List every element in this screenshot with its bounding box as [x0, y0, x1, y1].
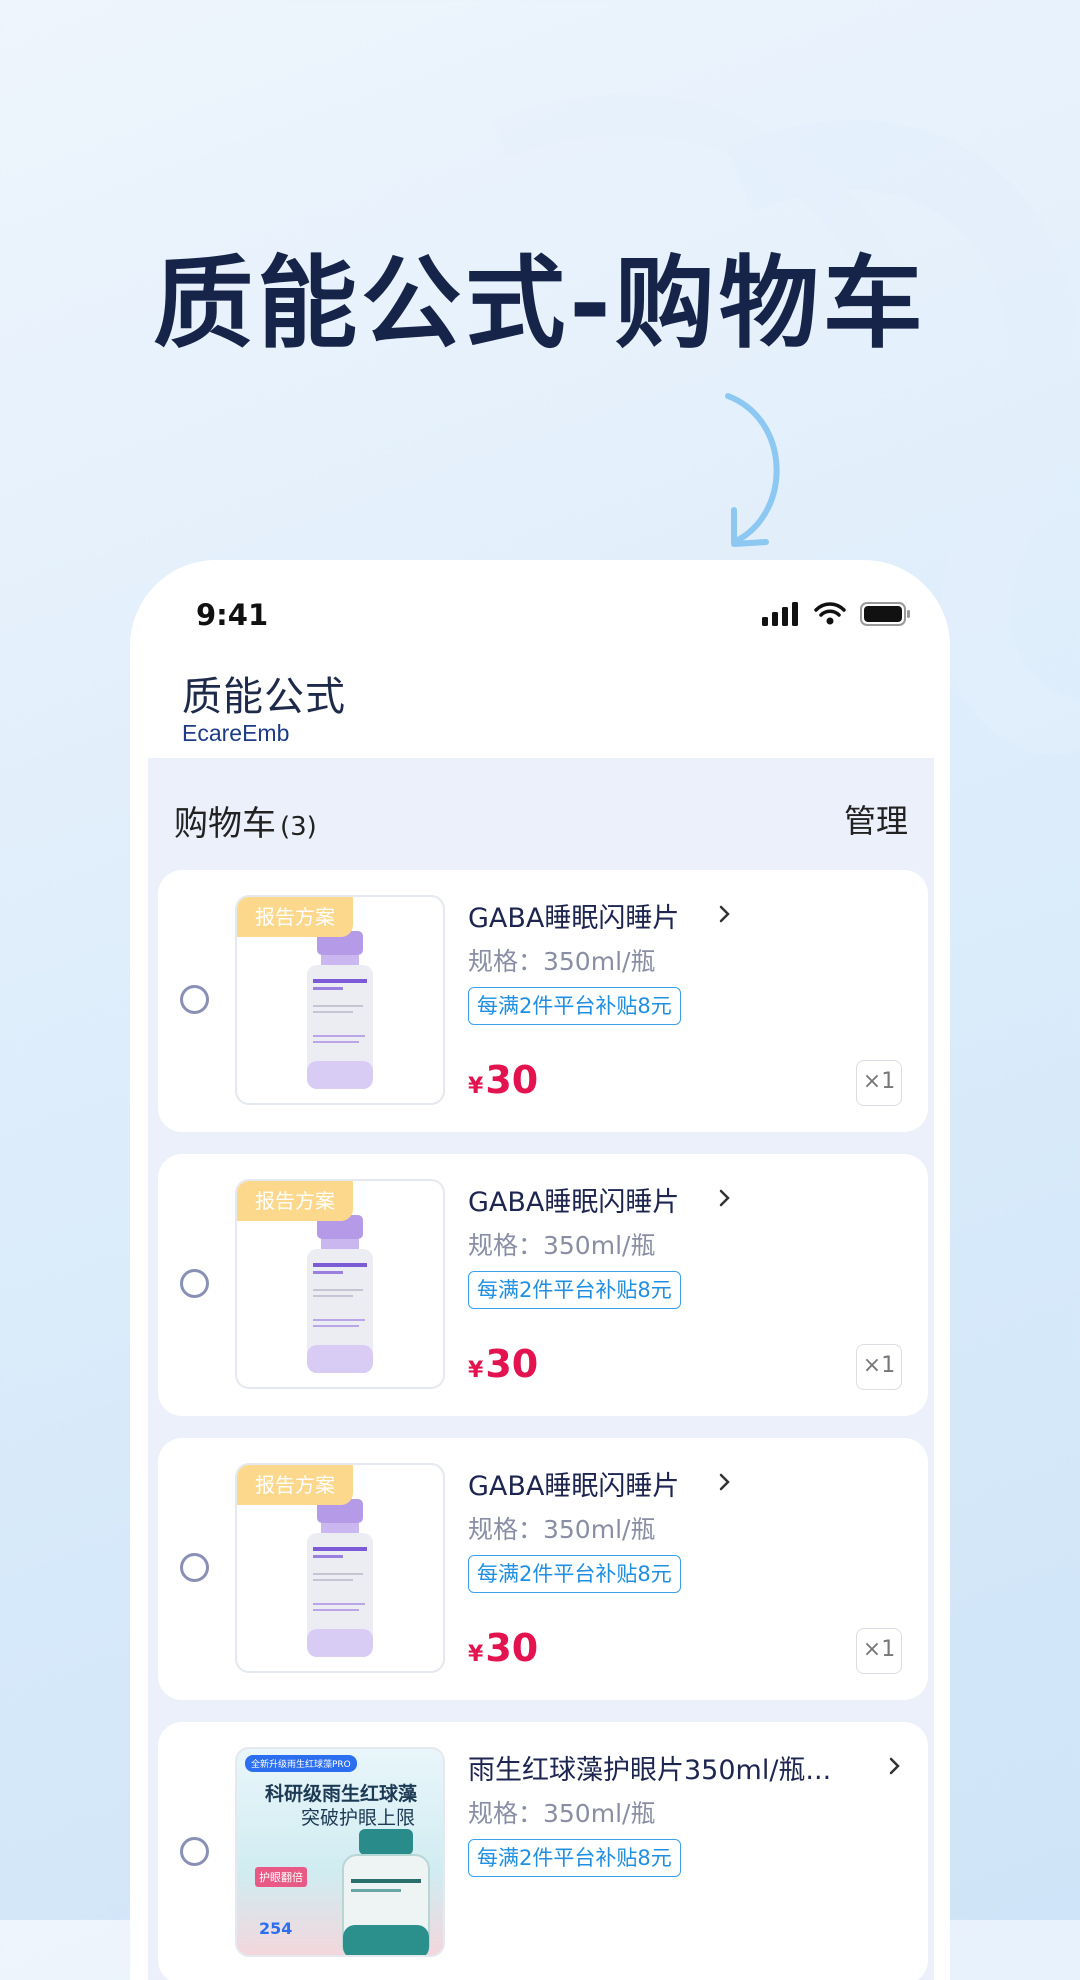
product-image[interactable]: 报告方案 — [235, 895, 445, 1105]
product-price: ¥30 — [468, 1626, 538, 1670]
bottle-image — [307, 1215, 373, 1373]
chevron-right-icon[interactable] — [718, 1188, 732, 1208]
ad-subheadline: 突破护眼上限 — [301, 1807, 416, 1829]
status-bar: 9:41 — [130, 598, 950, 638]
product-image[interactable]: 全新升级雨生红球藻PRO 科研级雨生红球藻 突破护眼上限 护眼翻倍 254 — [235, 1747, 445, 1957]
chevron-right-icon[interactable] — [718, 904, 732, 924]
logo-english-text: EcareEmb — [182, 720, 290, 746]
curved-arrow-icon — [725, 393, 780, 547]
phone-frame: 9:41 质能公式 EcareEmb 购物车 (3) 管理 报告方案 GABA睡… — [130, 560, 950, 1980]
bottle-image — [342, 1829, 430, 1955]
select-radio[interactable] — [180, 1269, 209, 1298]
status-time: 9:41 — [196, 598, 269, 632]
select-radio[interactable] — [180, 1553, 209, 1582]
cart-item[interactable]: 报告方案 GABA睡眠闪睡片 规格：350ml/瓶 每满2件平台补贴8元 ¥30… — [158, 1438, 928, 1700]
promo-tag: 每满2件平台补贴8元 — [468, 987, 681, 1025]
cart-item[interactable]: 报告方案 GABA睡眠闪睡片 规格：350ml/瓶 每满2件平台补贴8元 ¥30… — [158, 870, 928, 1132]
product-price: ¥30 — [468, 1058, 538, 1102]
report-plan-badge: 报告方案 — [237, 1181, 353, 1221]
cart-content: 购物车 (3) 管理 报告方案 GABA睡眠闪睡片 规格：350ml/瓶 每满2… — [148, 758, 934, 1980]
product-spec: 规格：350ml/瓶 — [468, 1231, 656, 1260]
manage-button[interactable]: 管理 — [844, 796, 908, 842]
cart-count: (3) — [280, 812, 317, 842]
chevron-right-icon[interactable] — [888, 1756, 902, 1776]
promo-tag: 每满2件平台补贴8元 — [468, 1839, 681, 1877]
cart-item[interactable]: 报告方案 GABA睡眠闪睡片 规格：350ml/瓶 每满2件平台补贴8元 ¥30… — [158, 1154, 928, 1416]
currency-symbol: ¥ — [468, 1358, 484, 1383]
ad-mark-text: 护眼翻倍 — [255, 1867, 307, 1887]
product-image[interactable]: 报告方案 — [235, 1463, 445, 1673]
bottle-image — [307, 1499, 373, 1657]
brand-logo: 质能公式 EcareEmb — [182, 675, 352, 755]
product-name[interactable]: GABA睡眠闪睡片 — [468, 1464, 679, 1503]
cart-header: 购物车 (3) 管理 — [174, 796, 908, 844]
select-radio[interactable] — [180, 985, 209, 1014]
signal-icon — [762, 602, 798, 626]
cart-title: 购物车 — [174, 804, 276, 844]
page-headline: 质能公式-购物车 — [153, 245, 927, 362]
price-amount: 30 — [485, 1626, 539, 1670]
product-name[interactable]: GABA睡眠闪睡片 — [468, 896, 679, 935]
product-image[interactable]: 报告方案 — [235, 1179, 445, 1389]
quantity-box[interactable]: ×1 — [856, 1344, 902, 1390]
ad-number: 254 — [259, 1919, 293, 1938]
report-plan-badge: 报告方案 — [237, 1465, 353, 1505]
select-radio[interactable] — [180, 1837, 209, 1866]
quantity-box[interactable]: ×1 — [856, 1060, 902, 1106]
product-name[interactable]: 雨生红球藻护眼片350ml/瓶... — [468, 1748, 831, 1787]
product-spec: 规格：350ml/瓶 — [468, 947, 656, 976]
wifi-icon — [814, 602, 846, 625]
product-spec: 规格：350ml/瓶 — [468, 1515, 656, 1544]
price-amount: 30 — [485, 1058, 539, 1102]
currency-symbol: ¥ — [468, 1074, 484, 1099]
currency-symbol: ¥ — [468, 1642, 484, 1667]
product-price: ¥30 — [468, 1342, 538, 1386]
battery-icon — [860, 602, 910, 626]
promo-tag: 每满2件平台补贴8元 — [468, 1555, 681, 1593]
product-spec: 规格：350ml/瓶 — [468, 1799, 656, 1828]
quantity-box[interactable]: ×1 — [856, 1628, 902, 1674]
product-name[interactable]: GABA睡眠闪睡片 — [468, 1180, 679, 1219]
price-amount: 30 — [485, 1342, 539, 1386]
ad-pill-text: 全新升级雨生红球藻PRO — [245, 1755, 357, 1772]
logo-chinese-text: 质能公式 — [182, 674, 346, 720]
chevron-right-icon[interactable] — [718, 1472, 732, 1492]
promo-tag: 每满2件平台补贴8元 — [468, 1271, 681, 1309]
cart-item[interactable]: 全新升级雨生红球藻PRO 科研级雨生红球藻 突破护眼上限 护眼翻倍 254 雨生… — [158, 1722, 928, 1980]
bottle-image — [307, 931, 373, 1089]
ad-headline: 科研级雨生红球藻 — [265, 1783, 418, 1805]
report-plan-badge: 报告方案 — [237, 897, 353, 937]
